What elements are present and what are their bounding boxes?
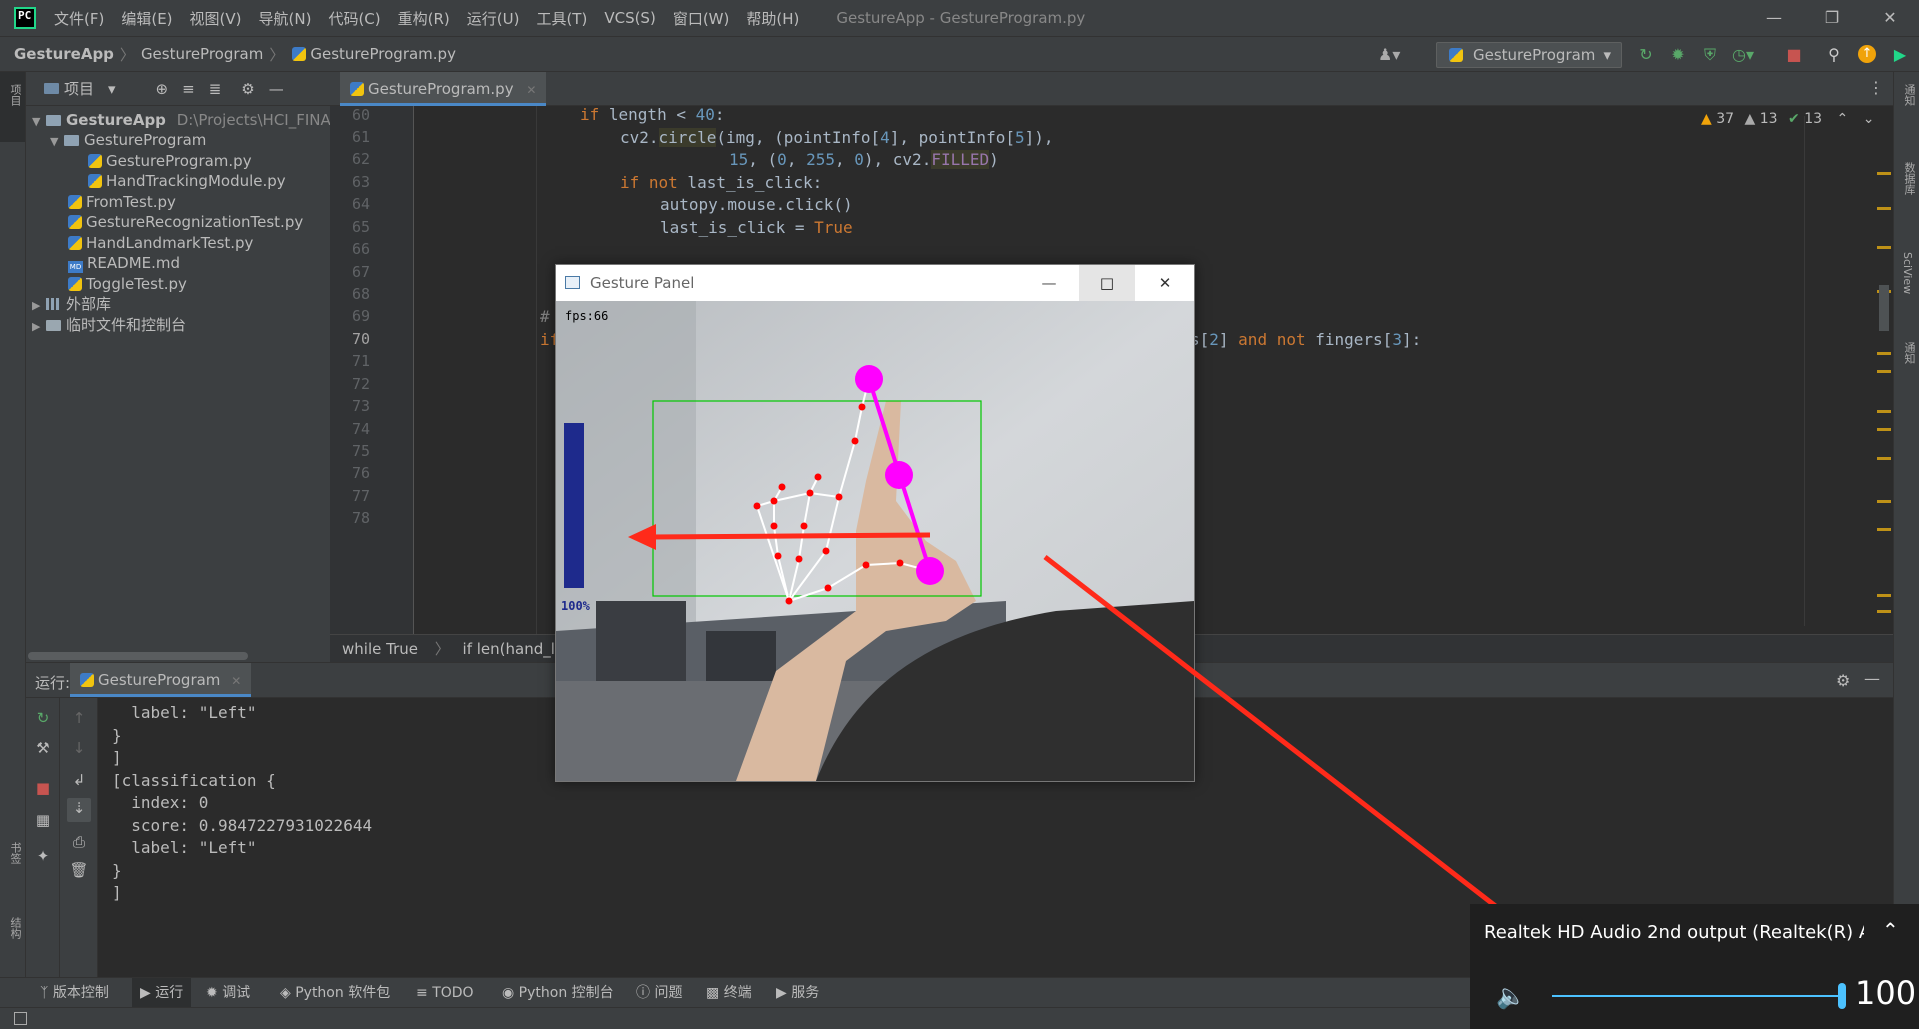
volume-slider-thumb[interactable] bbox=[1838, 983, 1846, 1009]
speaker-icon[interactable]: 🔈 bbox=[1496, 982, 1526, 1010]
annotation-arrow-left bbox=[649, 532, 931, 540]
volume-slider-track[interactable] bbox=[1552, 983, 1846, 1009]
volume-value: 100 bbox=[1855, 974, 1917, 1012]
audio-device-name[interactable]: Realtek HD Audio 2nd output (Realtek(R) … bbox=[1484, 922, 1864, 943]
volume-slider-fill bbox=[1552, 995, 1842, 997]
pycharm-window: PC 文件(F) 编辑(E) 视图(V) 导航(N) 代码(C) 重构(R) 运… bbox=[0, 0, 1919, 1029]
chevron-up-icon[interactable]: ⌃ bbox=[1882, 918, 1899, 942]
annotation-overlay bbox=[628, 524, 1540, 942]
annotation-arrow-down bbox=[1043, 555, 1522, 927]
volume-flyout: Realtek HD Audio 2nd output (Realtek(R) … bbox=[1470, 904, 1919, 1029]
annotation-arrow-left-head bbox=[628, 524, 656, 550]
